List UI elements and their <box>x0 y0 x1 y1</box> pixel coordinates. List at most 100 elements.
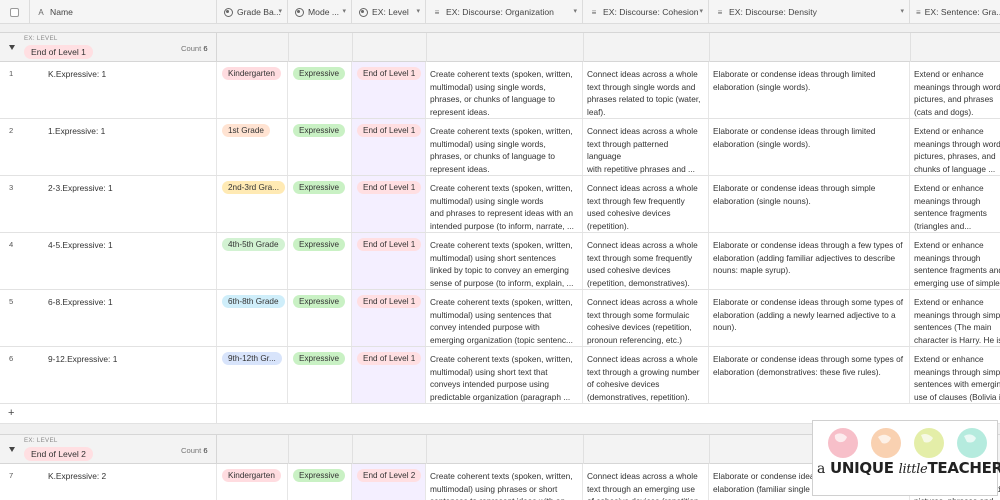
logo-text: a UNIQUE littleTEACHER <box>817 459 1000 477</box>
chevron-down-icon[interactable]: ▾ <box>573 7 577 15</box>
column-header-density[interactable]: ≡ EX: Discourse: Density ▾ <box>709 0 910 24</box>
column-header-grade-band[interactable]: Grade Ba... ▾ <box>217 0 288 24</box>
sentence-text: Extend or enhance meanings through sente… <box>914 240 1000 288</box>
level-cell[interactable]: End of Level 1 <box>352 119 426 175</box>
record-name[interactable]: 9-12.Expressive: 1 <box>48 354 117 364</box>
organization-cell[interactable]: Create coherent texts (spoken, written, … <box>426 233 583 289</box>
grade-band-cell[interactable]: 6th-8th Grade <box>217 290 288 346</box>
mode-cell[interactable]: Expressive <box>288 233 352 289</box>
name-cell[interactable]: 2 1.Expressive: 1 <box>0 119 217 175</box>
density-text: Elaborate or condense ideas through limi… <box>713 69 876 92</box>
grade-band-cell[interactable]: 2nd-3rd Gra... <box>217 176 288 232</box>
mode-cell[interactable]: Expressive <box>288 464 352 500</box>
group-spacer <box>0 24 1000 32</box>
cohesion-cell[interactable]: Connect ideas across a whole text throug… <box>583 119 709 175</box>
table-row[interactable]: 2 1.Expressive: 1 1st Grade Expressive E… <box>0 119 1000 176</box>
table-row[interactable]: 4 4-5.Expressive: 1 4th-5th Grade Expres… <box>0 233 1000 290</box>
level-cell[interactable]: End of Level 1 <box>352 233 426 289</box>
grade-band-cell[interactable]: Kindergarten <box>217 464 288 500</box>
density-cell[interactable]: Elaborate or condense ideas through a fe… <box>709 233 910 289</box>
mode-cell[interactable]: Expressive <box>288 176 352 232</box>
density-cell[interactable]: Elaborate or condense ideas through limi… <box>709 62 910 118</box>
sentence-cell[interactable]: Extend or enhance meanings through sente… <box>910 233 1000 289</box>
density-cell[interactable]: Elaborate or condense ideas through some… <box>709 347 910 403</box>
chevron-down-icon[interactable]: ▾ <box>699 7 703 15</box>
record-name[interactable]: 1.Expressive: 1 <box>48 126 105 136</box>
level-cell[interactable]: End of Level 2 <box>352 464 426 500</box>
density-cell[interactable]: Elaborate or condense ideas through limi… <box>709 119 910 175</box>
column-label: EX: Sentence: Gra... <box>924 7 1000 17</box>
grade-band-cell[interactable]: 9th-12th Gr... <box>217 347 288 403</box>
column-header-name[interactable]: A Name <box>30 0 217 24</box>
column-header-organization[interactable]: ≡ EX: Discourse: Organization ▾ <box>426 0 583 24</box>
sentence-cell[interactable]: Extend or enhance meanings through words… <box>910 62 1000 118</box>
chevron-down-icon[interactable]: ▾ <box>342 7 346 15</box>
grade-band-pill: 9th-12th Gr... <box>222 352 282 365</box>
name-cell[interactable]: 7 K.Expressive: 2 <box>0 464 217 500</box>
mode-cell[interactable]: Expressive <box>288 290 352 346</box>
organization-cell[interactable]: Create coherent texts (spoken, written, … <box>426 464 583 500</box>
level-cell[interactable]: End of Level 1 <box>352 290 426 346</box>
checkbox-icon[interactable] <box>10 7 19 17</box>
organization-cell[interactable]: Create coherent texts (spoken, written, … <box>426 176 583 232</box>
column-label: EX: Discourse: Organization <box>446 7 554 17</box>
grade-band-cell[interactable]: Kindergarten <box>217 62 288 118</box>
organization-cell[interactable]: Create coherent texts (spoken, written, … <box>426 290 583 346</box>
column-header-mode[interactable]: Mode ... ▾ <box>288 0 352 24</box>
density-cell[interactable]: Elaborate or condense ideas through some… <box>709 290 910 346</box>
chevron-down-icon[interactable]: ▾ <box>416 7 420 15</box>
mode-pill: Expressive <box>293 181 346 194</box>
cohesion-cell[interactable]: Connect ideas across a whole text throug… <box>583 233 709 289</box>
organization-cell[interactable]: Create coherent texts (spoken, written, … <box>426 347 583 403</box>
collapse-caret-icon[interactable] <box>9 447 15 452</box>
level-pill: End of Level 1 <box>357 67 421 80</box>
record-name[interactable]: 2-3.Expressive: 1 <box>48 183 113 193</box>
chevron-down-icon[interactable]: ▾ <box>900 7 904 15</box>
cohesion-cell[interactable]: Connect ideas across a whole text throug… <box>583 176 709 232</box>
record-name[interactable]: K.Expressive: 1 <box>48 69 106 79</box>
cohesion-cell[interactable]: Connect ideas across a whole text throug… <box>583 464 709 500</box>
select-all-checkbox[interactable] <box>0 0 30 24</box>
chevron-down-icon[interactable]: ▾ <box>278 7 282 15</box>
name-cell[interactable]: 6 9-12.Expressive: 1 <box>0 347 217 403</box>
name-cell[interactable]: 4 4-5.Expressive: 1 <box>0 233 217 289</box>
mode-cell[interactable]: Expressive <box>288 119 352 175</box>
record-name[interactable]: 6-8.Expressive: 1 <box>48 297 113 307</box>
row-number: 6 <box>9 354 14 363</box>
density-cell[interactable]: Elaborate or condense ideas through simp… <box>709 176 910 232</box>
level-cell[interactable]: End of Level 1 <box>352 62 426 118</box>
sentence-cell[interactable]: Extend or enhance meanings through words… <box>910 119 1000 175</box>
record-name[interactable]: 4-5.Expressive: 1 <box>48 240 113 250</box>
group-header[interactable]: EX: LEVEL End of Level 1 Count 6 <box>0 32 1000 63</box>
name-cell[interactable]: 5 6-8.Expressive: 1 <box>0 290 217 346</box>
mode-cell[interactable]: Expressive <box>288 347 352 403</box>
cohesion-cell[interactable]: Connect ideas across a whole text throug… <box>583 347 709 403</box>
cohesion-cell[interactable]: Connect ideas across a whole text throug… <box>583 62 709 118</box>
table-row[interactable]: 3 2-3.Expressive: 1 2nd-3rd Gra... Expre… <box>0 176 1000 233</box>
sentence-cell[interactable]: Extend or enhance meanings through simpl… <box>910 347 1000 403</box>
cohesion-cell[interactable]: Connect ideas across a whole text throug… <box>583 290 709 346</box>
level-cell[interactable]: End of Level 1 <box>352 176 426 232</box>
name-cell[interactable]: 3 2-3.Expressive: 1 <box>0 176 217 232</box>
organization-cell[interactable]: Create coherent texts (spoken, written, … <box>426 119 583 175</box>
sentence-cell[interactable]: Extend or enhance meanings through simpl… <box>910 290 1000 346</box>
column-header-cohesion[interactable]: ≡ EX: Discourse: Cohesion ▾ <box>583 0 709 24</box>
grade-band-cell[interactable]: 4th-5th Grade <box>217 233 288 289</box>
organization-cell[interactable]: Create coherent texts (spoken, written, … <box>426 62 583 118</box>
level-pill: End of Level 1 <box>357 295 421 308</box>
table-row[interactable]: 5 6-8.Expressive: 1 6th-8th Grade Expres… <box>0 290 1000 347</box>
sentence-cell[interactable]: Extend or enhance meanings through sente… <box>910 176 1000 232</box>
name-cell[interactable]: 1 K.Expressive: 1 <box>0 62 217 118</box>
column-header-level[interactable]: EX: Level ▾ <box>352 0 426 24</box>
table-row[interactable]: 1 K.Expressive: 1 Kindergarten Expressiv… <box>0 62 1000 119</box>
plus-icon[interactable]: + <box>8 407 14 419</box>
density-text: Elaborate or condense ideas through a fe… <box>713 240 903 276</box>
level-cell[interactable]: End of Level 1 <box>352 347 426 403</box>
mode-cell[interactable]: Expressive <box>288 62 352 118</box>
table-row[interactable]: 6 9-12.Expressive: 1 9th-12th Gr... Expr… <box>0 347 1000 404</box>
collapse-caret-icon[interactable] <box>9 45 15 50</box>
column-header-sentence[interactable]: ≡ EX: Sentence: Gra... <box>910 0 1000 24</box>
grade-band-cell[interactable]: 1st Grade <box>217 119 288 175</box>
organization-text: Create coherent texts (spoken, written, … <box>430 183 574 231</box>
record-name[interactable]: K.Expressive: 2 <box>48 471 106 481</box>
